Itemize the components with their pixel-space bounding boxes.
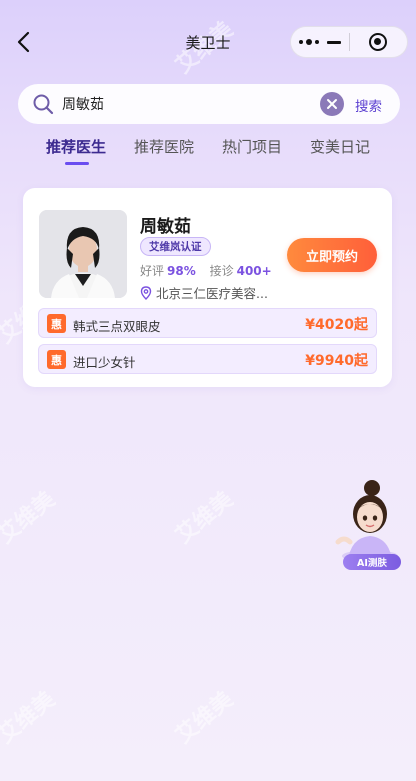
service-item[interactable]: 惠 韩式三点双眼皮 ¥4020起: [38, 308, 377, 338]
consult-label: 接诊: [209, 264, 234, 278]
doctor-location: 北京三仁医疗美容...: [140, 283, 268, 302]
category-tabs: 推荐医生 推荐医院 热门项目 变美日记: [0, 136, 416, 172]
mini-program-capsule: [290, 26, 408, 58]
location-text: 北京三仁医疗美容...: [156, 286, 268, 301]
doctor-avatar: [39, 210, 127, 298]
clear-search-button[interactable]: [320, 92, 344, 116]
search-bar: 搜索: [18, 84, 400, 124]
assistant-avatar-icon: [335, 480, 398, 562]
watermark: 艾维美: [0, 487, 60, 549]
tab-recommended-doctors[interactable]: 推荐医生: [46, 136, 106, 157]
active-tab-indicator: [65, 162, 89, 165]
discount-badge: 惠: [47, 314, 66, 333]
search-button[interactable]: 搜索: [355, 95, 382, 115]
tab-popular-projects[interactable]: 热门项目: [222, 136, 282, 157]
tab-recommended-hospitals[interactable]: 推荐医院: [134, 136, 194, 157]
watermark: 艾维美: [171, 487, 238, 549]
service-name: 韩式三点双眼皮: [73, 319, 161, 334]
search-icon: [33, 94, 54, 115]
target-icon: [369, 33, 388, 51]
service-item[interactable]: 惠 进口少女针 ¥9940起: [38, 344, 377, 374]
location-pin-icon: [140, 285, 152, 300]
ai-skin-test-label: AI测肤: [343, 554, 401, 570]
more-button[interactable]: [291, 27, 349, 57]
service-name: 进口少女针: [73, 355, 136, 370]
discount-badge: 惠: [47, 350, 66, 369]
doctor-stats: 好评 98% 接诊 400+: [140, 262, 282, 279]
search-input[interactable]: [62, 90, 292, 118]
rating-value: 98%: [167, 264, 196, 278]
certification-badge: 艾维岚认证: [140, 237, 211, 256]
book-now-button[interactable]: 立即预约: [287, 238, 377, 272]
more-dots-icon: [298, 39, 319, 45]
watermark: 艾维美: [0, 687, 60, 749]
rating-label: 好评: [140, 264, 165, 278]
watermark: 艾维美: [171, 687, 238, 749]
service-price: ¥4020起: [305, 317, 368, 333]
doctor-photo: [39, 210, 127, 298]
consult-value: 400+: [236, 264, 272, 278]
minimize-icon: [326, 40, 341, 44]
close-mini-program-button[interactable]: [349, 27, 407, 57]
navigation-bar: 美卫士: [0, 0, 416, 84]
tab-beauty-diary[interactable]: 变美日记: [310, 136, 370, 157]
doctor-card[interactable]: 周敏茹 艾维岚认证 好评 98% 接诊 400+ 北京三仁医疗美容... 立即预约 …: [23, 188, 392, 387]
doctor-name: 周敏茹: [140, 217, 191, 237]
service-price: ¥9940起: [305, 353, 368, 369]
ai-skin-test-button[interactable]: AI测肤: [330, 478, 406, 574]
close-icon: [327, 99, 337, 109]
